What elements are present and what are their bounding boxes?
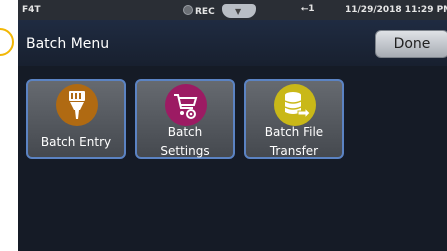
- cart-gear-icon: [165, 84, 207, 126]
- batch-settings-button[interactable]: Batch Settings: [135, 79, 235, 159]
- tile-label-line-1: Batch File: [264, 125, 324, 139]
- tile-label-line-2: Transfer: [269, 144, 319, 158]
- brush-icon: [56, 84, 98, 126]
- database-transfer-icon: [274, 84, 316, 126]
- status-bar: F4T REC ▼ ⭠1 11/29/2018 11:29 PM: [18, 0, 447, 20]
- record-indicator: REC: [183, 5, 215, 17]
- page-title: Batch Menu: [26, 36, 110, 52]
- highlight-marker: [0, 28, 14, 56]
- tile-label-line-1: Batch: [167, 125, 203, 139]
- batch-entry-button[interactable]: Batch Entry: [26, 79, 126, 159]
- batch-file-transfer-button[interactable]: Batch File Transfer: [244, 79, 344, 159]
- device-label: F4T: [22, 5, 41, 15]
- pull-down-tab[interactable]: ▼: [222, 4, 256, 18]
- tile-label-line-2: Settings: [160, 144, 210, 158]
- device-screen: F4T REC ▼ ⭠1 11/29/2018 11:29 PM Batch M…: [18, 0, 447, 251]
- tile-label: Batch Entry: [40, 135, 112, 149]
- chevron-down-icon: ▼: [235, 7, 242, 16]
- record-dot-icon: [183, 5, 193, 15]
- menu-header: Batch Menu Done: [18, 20, 447, 66]
- record-label: REC: [195, 7, 215, 17]
- done-button[interactable]: Done: [375, 30, 447, 58]
- usb-count: 1: [308, 4, 315, 14]
- date-time: 11/29/2018 11:29 PM: [345, 5, 447, 15]
- usb-indicator: ⭠1: [301, 4, 314, 14]
